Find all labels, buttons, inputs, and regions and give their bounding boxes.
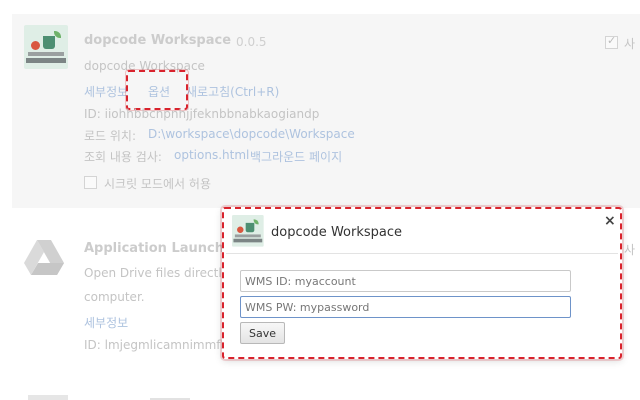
details-link[interactable]: 세부정보 — [84, 83, 128, 100]
enabled-label: 사 — [624, 37, 636, 51]
reload-link[interactable]: 새로고침(Ctrl+R) — [186, 83, 279, 100]
dialog-title: dopcode Workspace — [271, 225, 402, 240]
dopcode-extension-icon — [24, 25, 68, 69]
extension3-icon-partial — [28, 395, 68, 400]
inspect-views-label: 조회 내용 검사: — [84, 150, 162, 164]
incognito-checkbox[interactable] — [84, 176, 97, 189]
wms-id-input[interactable] — [240, 270, 571, 292]
dialog-divider — [226, 253, 618, 254]
options-dialog: dopcode Workspace × Save — [222, 207, 622, 359]
extension-name: dopcode Workspace — [84, 33, 232, 48]
incognito-label: 시크릿 모드에서 허용 — [104, 177, 211, 191]
extension2-description-line2: computer. — [84, 290, 145, 304]
inspect-options-link[interactable]: options.html — [174, 148, 249, 162]
google-drive-icon — [24, 240, 64, 275]
close-icon[interactable]: × — [604, 213, 616, 229]
extension2-details-link[interactable]: 세부정보 — [84, 314, 128, 331]
extension2-description-line1: Open Drive files directly — [84, 266, 229, 280]
dialog-extension-icon — [232, 215, 264, 247]
options-highlight — [126, 70, 188, 110]
extension-version: 0.0.5 — [236, 35, 267, 49]
enabled-checkbox[interactable] — [605, 34, 618, 49]
inspect-background-link[interactable]: 백그라운드 페이지 — [250, 148, 342, 165]
save-button[interactable]: Save — [240, 322, 286, 344]
extension2-name: Application Launcher — [84, 241, 240, 256]
load-location-label: 로드 위치: — [84, 129, 137, 143]
load-location-path[interactable]: D:\workspace\dopcode\Workspace — [148, 127, 355, 141]
wms-pw-input[interactable] — [240, 296, 571, 318]
extension2-side-label: 사 — [624, 243, 636, 257]
extension-id: ID: iiohhbbcnpnhjjfeknbbnabkaogiandp — [84, 107, 320, 121]
